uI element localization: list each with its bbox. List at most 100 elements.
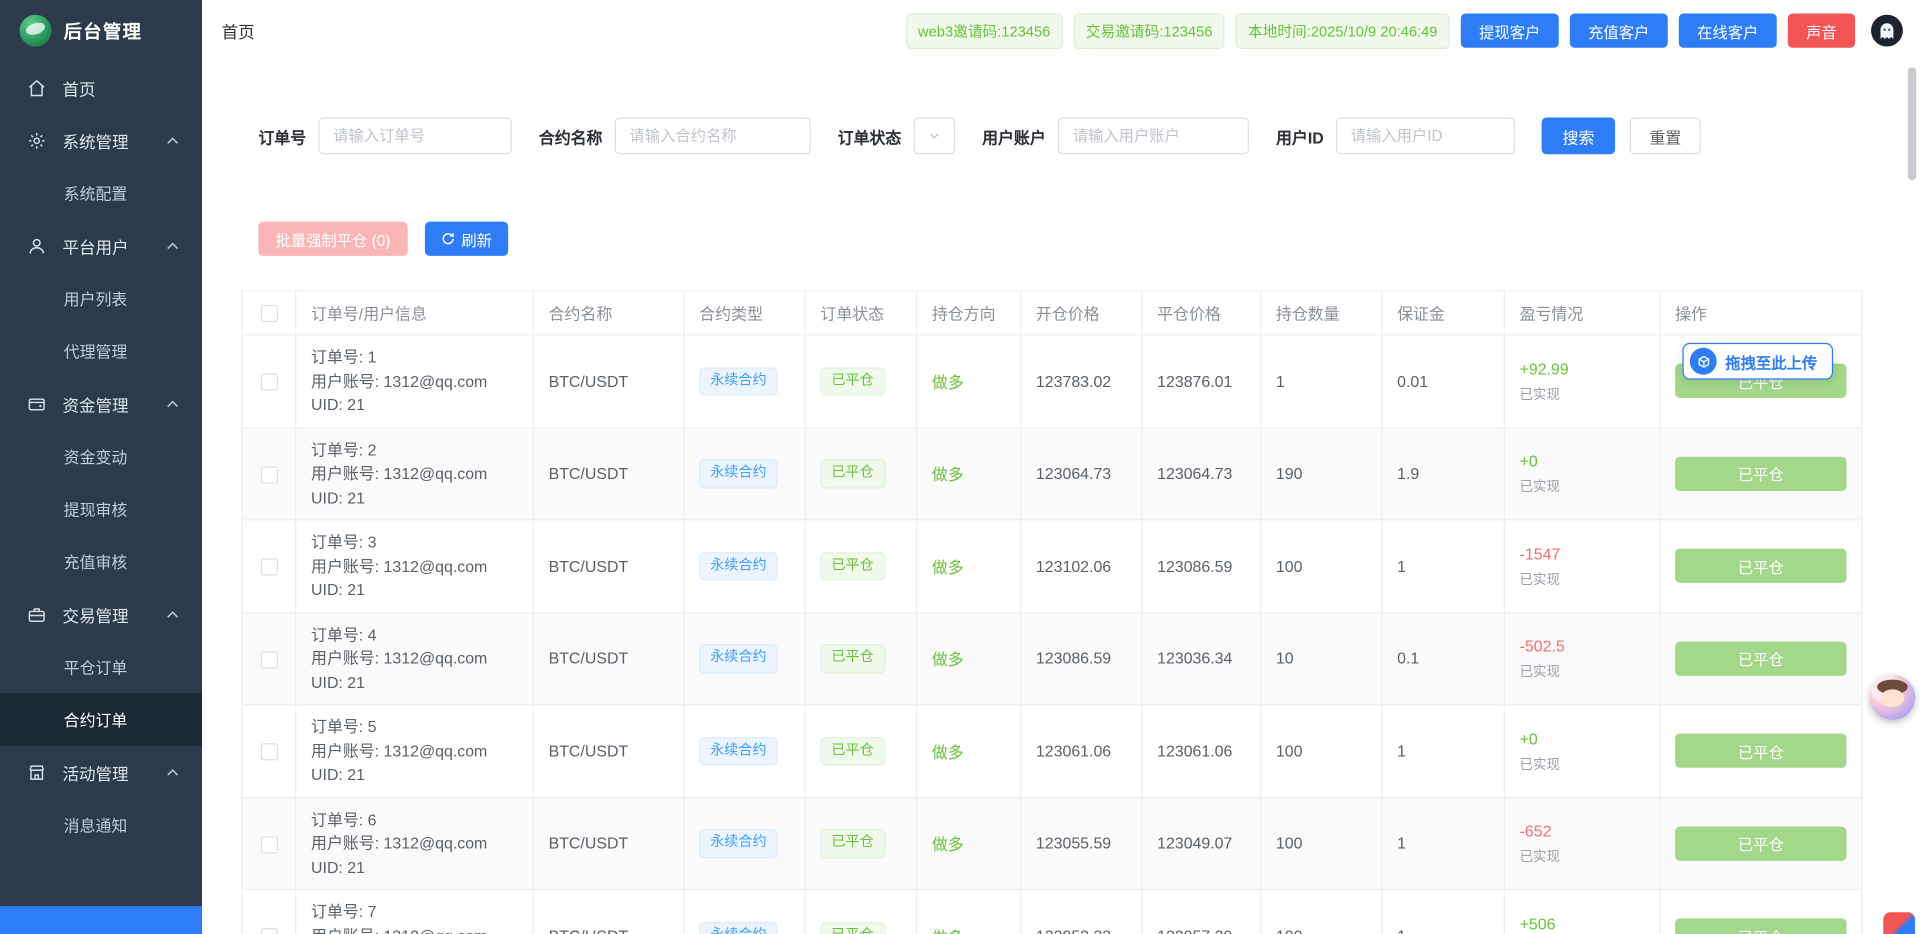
sidebar-item-message-notify[interactable]: 消息通知 — [0, 798, 202, 851]
sidebar-item-closed-orders[interactable]: 平仓订单 — [0, 640, 202, 693]
position-quantity: 1 — [1261, 335, 1382, 427]
sidebar-item-contract-orders[interactable]: 合约订单 — [0, 693, 202, 746]
row-checkbox[interactable] — [260, 928, 277, 934]
closed-action-button[interactable]: 已平仓 — [1675, 919, 1846, 934]
vertical-scrollbar-thumb[interactable] — [1908, 67, 1917, 180]
contract-name: BTC/USDT — [533, 520, 684, 612]
contract-name: BTC/USDT — [533, 427, 684, 519]
user-avatar[interactable] — [1871, 15, 1903, 47]
row-checkbox[interactable] — [260, 743, 277, 760]
row-checkbox[interactable] — [260, 374, 277, 391]
user-account-input[interactable] — [1058, 118, 1249, 155]
col-order-user-info: 订单号/用户信息 — [296, 291, 534, 335]
order-no: 订单号: 3 — [311, 530, 518, 554]
orders-table: 订单号/用户信息 合约名称 合约类型 订单状态 持仓方向 开仓价格 平仓价格 持… — [241, 290, 1862, 934]
sidebar-item-recharge-review[interactable]: 充值审核 — [0, 535, 202, 588]
order-no-filter-label: 订单号 — [258, 124, 306, 147]
order-status-select[interactable] — [914, 118, 956, 155]
table-row: 订单号: 3用户账号: 1312@qq.comUID: 21 BTC/USDT … — [242, 520, 1862, 612]
position-direction: 做多 — [932, 373, 964, 391]
recharge-clients-button[interactable]: 充值客户 — [1570, 13, 1668, 47]
pnl-value: -652 — [1520, 821, 1645, 843]
row-checkbox[interactable] — [260, 466, 277, 483]
upload-dropzone-tooltip[interactable]: 拖拽至此上传 — [1682, 343, 1833, 380]
sidebar-group-label: 平台用户 — [62, 233, 128, 257]
order-no: 订单号: 5 — [311, 715, 518, 739]
sidebar-item-agent-mgmt[interactable]: 代理管理 — [0, 324, 202, 377]
sidebar-item-system-config[interactable]: 系统配置 — [0, 167, 202, 220]
refresh-button[interactable]: 刷新 — [425, 222, 508, 256]
sidebar-group-activities[interactable]: 活动管理 — [0, 746, 202, 799]
reset-button[interactable]: 重置 — [1630, 118, 1701, 155]
pnl-value: +506 — [1520, 913, 1645, 934]
local-time-badge: 本地时间:2025/10/9 20:46:49 — [1236, 13, 1450, 49]
sidebar-group-funds[interactable]: 资金管理 — [0, 377, 202, 430]
order-no: 订单号: 1 — [311, 345, 518, 369]
col-contract-type: 合约类型 — [684, 291, 805, 335]
table-row: 订单号: 2用户账号: 1312@qq.comUID: 21 BTC/USDT … — [242, 427, 1862, 519]
open-price: 123055.59 — [1021, 797, 1142, 889]
close-price: 123064.73 — [1142, 427, 1261, 519]
select-all-checkbox[interactable] — [260, 305, 277, 322]
withdraw-clients-button[interactable]: 提现客户 — [1461, 13, 1559, 47]
order-no-input[interactable] — [318, 118, 511, 155]
close-price: 123049.07 — [1142, 797, 1261, 889]
shop-icon — [27, 762, 47, 782]
pnl-realized-note: 已实现 — [1520, 662, 1645, 682]
upload-cloud-icon — [1690, 348, 1717, 375]
sidebar-group-system[interactable]: 系统管理 — [0, 114, 202, 167]
sidebar-item-withdraw-review[interactable]: 提现审核 — [0, 482, 202, 535]
user-uid: UID: 21 — [311, 393, 518, 417]
pnl-realized-note: 已实现 — [1520, 477, 1645, 497]
sidebar-item-user-list[interactable]: 用户列表 — [0, 272, 202, 325]
filter-bar: 订单号 合约名称 订单状态 用户账户 用 — [258, 118, 1920, 155]
user-id-input[interactable] — [1336, 118, 1515, 155]
user-account-filter-label: 用户账户 — [982, 124, 1046, 147]
floating-assistant-avatar[interactable] — [1870, 675, 1915, 720]
order-status-tag: 已平仓 — [820, 829, 884, 858]
table-row: 订单号: 7用户账号: 1312@qq.comUID: 21 BTC/USDT … — [242, 890, 1862, 934]
batch-force-close-button[interactable]: 批量强制平仓 (0) — [258, 222, 407, 256]
content: 订单号 合约名称 订单状态 用户账户 用 — [202, 61, 1920, 934]
closed-action-button[interactable]: 已平仓 — [1675, 826, 1846, 860]
margin: 1.9 — [1382, 427, 1504, 519]
corner-widget-icon[interactable] — [1883, 912, 1915, 934]
close-price: 123061.06 — [1142, 705, 1261, 797]
sidebar-group-label: 活动管理 — [62, 760, 128, 784]
pnl-realized-note: 已实现 — [1520, 569, 1645, 589]
col-contract-name: 合约名称 — [533, 291, 684, 335]
contract-name-input[interactable] — [615, 118, 811, 155]
row-checkbox[interactable] — [260, 558, 277, 575]
open-price: 123086.59 — [1021, 612, 1142, 704]
sound-button[interactable]: 声音 — [1788, 13, 1855, 47]
pnl-realized-note: 已实现 — [1520, 754, 1645, 774]
sidebar-item-home[interactable]: 首页 — [0, 61, 202, 114]
user-account: 用户账号: 1312@qq.com — [311, 369, 518, 393]
closed-action-button[interactable]: 已平仓 — [1675, 549, 1846, 583]
trade-invite-code-badge: 交易邀请码:123456 — [1074, 13, 1225, 49]
online-clients-button[interactable]: 在线客户 — [1679, 13, 1777, 47]
position-quantity: 100 — [1261, 705, 1382, 797]
closed-action-button[interactable]: 已平仓 — [1675, 641, 1846, 675]
closed-action-button[interactable]: 已平仓 — [1675, 456, 1846, 490]
close-price: 123036.34 — [1142, 612, 1261, 704]
sidebar-group-trading[interactable]: 交易管理 — [0, 588, 202, 641]
sidebar-menu: 首页 系统管理 系统配置 平台用户 用户列表 代理管理 资金管理 资金变动 提现 — [0, 61, 202, 851]
search-button[interactable]: 搜索 — [1542, 118, 1615, 155]
sidebar-group-platform-users[interactable]: 平台用户 — [0, 219, 202, 272]
order-status-tag: 已平仓 — [820, 459, 884, 488]
closed-action-button[interactable]: 已平仓 — [1675, 734, 1846, 768]
margin: 1 — [1382, 890, 1504, 934]
sidebar-footer-bar — [0, 906, 202, 934]
margin: 1 — [1382, 797, 1504, 889]
breadcrumb[interactable]: 首页 — [222, 18, 255, 42]
contract-name: BTC/USDT — [533, 797, 684, 889]
chevron-up-icon — [163, 130, 183, 150]
row-checkbox[interactable] — [260, 651, 277, 668]
col-quantity: 持仓数量 — [1261, 291, 1382, 335]
position-direction: 做多 — [932, 928, 964, 934]
sidebar-item-fund-changes[interactable]: 资金变动 — [0, 430, 202, 483]
order-no: 订单号: 7 — [311, 900, 518, 924]
row-checkbox[interactable] — [260, 836, 277, 853]
refresh-icon — [441, 231, 456, 246]
